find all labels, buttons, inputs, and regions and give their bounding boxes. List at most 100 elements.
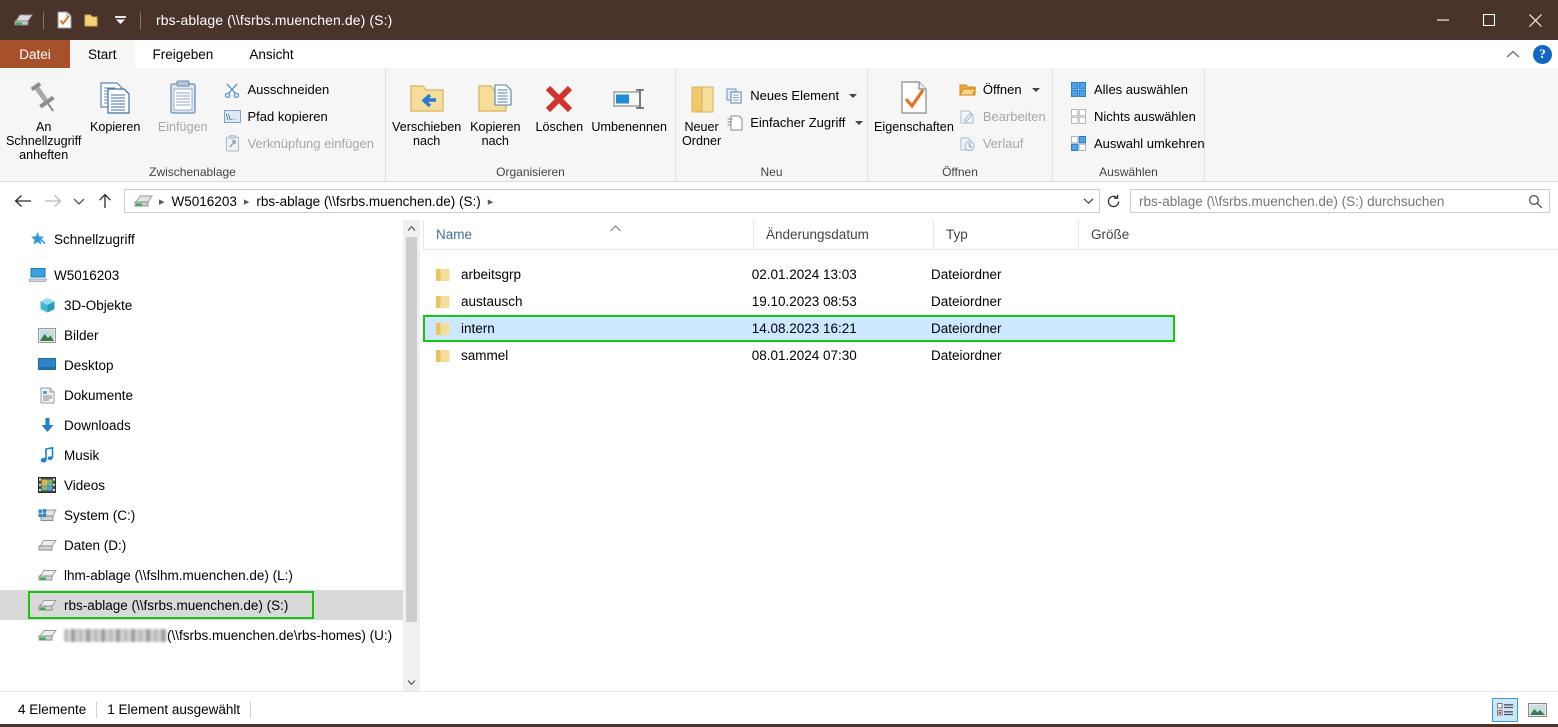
file-name-cell: sammel (423, 342, 752, 369)
sidebar-item-rbs-ablage[interactable]: rbs-ablage (\\fsrbs.muenchen.de) (S:) (0, 590, 420, 620)
breadcrumb-separator[interactable]: ▸ (155, 195, 169, 208)
refresh-button[interactable] (1100, 189, 1126, 213)
file-name-cell: intern (423, 315, 752, 342)
sidebar-item-label: W5016203 (54, 267, 120, 283)
new-folder-button[interactable]: Neuer Ordner (682, 74, 721, 148)
sidebar-item-desktop[interactable]: Desktop (0, 350, 420, 380)
select-all-button[interactable]: Alles auswählen (1067, 76, 1210, 103)
move-to-button[interactable]: Verschieben nach (392, 74, 461, 148)
copy-to-button[interactable]: Kopieren nach (461, 74, 529, 148)
tab-ansicht[interactable]: Ansicht (231, 40, 311, 68)
column-header-type[interactable]: Typ (933, 219, 1078, 250)
column-header-name[interactable]: Name (423, 219, 753, 250)
invert-selection-icon (1069, 134, 1088, 153)
sidebar-item-musik[interactable]: Musik (0, 440, 420, 470)
sidebar-item-label: Downloads (64, 417, 131, 433)
new-item-button[interactable]: Neues Element (723, 82, 868, 109)
sidebar-item-schnellzugriff[interactable]: Schnellzugriff (0, 224, 420, 254)
table-row[interactable]: intern 14.08.2023 16:21 Dateiordner (423, 315, 1175, 342)
search-icon[interactable] (1521, 194, 1549, 209)
auswaehlen-commands: Alles auswählen Nichts auswählen Auswahl… (1067, 74, 1210, 157)
copy-to-icon (476, 76, 514, 116)
sidebar-item-downloads[interactable]: Downloads (0, 410, 420, 440)
edit-button[interactable]: Bearbeiten (956, 103, 1051, 130)
drive-icon[interactable] (10, 7, 36, 33)
paste-shortcut-button[interactable]: Verknüpfung einfügen (221, 130, 380, 157)
chevron-up-icon[interactable] (1503, 44, 1523, 64)
scroll-down-button[interactable] (403, 674, 420, 691)
breadcrumb-separator[interactable]: ▸ (240, 195, 254, 208)
breadcrumb-item-current[interactable]: rbs-ablage (\\fsrbs.muenchen.de) (S:) (253, 194, 483, 209)
recent-locations-button[interactable] (68, 186, 90, 216)
history-button[interactable]: Verlauf (956, 130, 1051, 157)
table-row[interactable]: austausch 19.10.2023 08:53 Dateiordner (423, 288, 1175, 315)
sidebar-item-bilder[interactable]: Bilder (0, 320, 420, 350)
table-row[interactable]: sammel 08.01.2024 07:30 Dateiordner (423, 342, 1175, 369)
file-rows: arbeitsgrp 02.01.2024 13:03 Dateiordner (423, 250, 1558, 691)
clipboard-small-commands: Ausschneiden \\.. Pfad kopieren Verknüpf… (221, 74, 380, 157)
details-view-button[interactable] (1492, 698, 1518, 722)
breadcrumb-item-computer[interactable]: W5016203 (169, 194, 240, 209)
address-dropdown-icon[interactable] (1077, 190, 1099, 212)
breadcrumb-separator[interactable]: ▸ (484, 195, 498, 208)
chevron-down-icon[interactable] (1031, 87, 1040, 92)
copy-path-button[interactable]: \\.. Pfad kopieren (221, 103, 380, 130)
sidebar-item-label: Desktop (64, 357, 114, 373)
tab-start[interactable]: Start (70, 40, 135, 68)
tab-datei[interactable]: Datei (0, 40, 70, 68)
properties-icon[interactable] (51, 7, 77, 33)
tab-freigeben[interactable]: Freigeben (135, 40, 232, 68)
sidebar-item-system-c[interactable]: System (C:) (0, 500, 420, 530)
easy-access-button[interactable]: Einfacher Zugriff (723, 109, 868, 136)
file-modified-cell: 08.01.2024 07:30 (751, 348, 857, 363)
search-input[interactable]: rbs-ablage (\\fsrbs.muenchen.de) (S:) du… (1139, 194, 1521, 209)
forward-button[interactable] (38, 186, 68, 216)
status-separator (250, 701, 252, 718)
sidebar-item-computer[interactable]: W5016203 (0, 260, 420, 290)
large-icons-view-button[interactable] (1524, 698, 1550, 722)
rename-button[interactable]: Umbenennen (589, 74, 669, 134)
sidebar-item-label: (\\fsrbs.muenchen.de\rbs-homes) (U:) (167, 627, 393, 643)
chevron-down-icon[interactable] (849, 93, 858, 98)
scroll-up-button[interactable] (403, 220, 420, 237)
properties-button[interactable]: Eigenschaften (874, 74, 954, 134)
navigation-scrollbar[interactable] (403, 220, 420, 691)
ribbon-group-label-zwischenablage: Zwischenablage (149, 165, 236, 179)
breadcrumb-drive-icon[interactable] (131, 193, 155, 209)
open-button[interactable]: Öffnen (956, 76, 1051, 103)
help-icon[interactable]: ? (1533, 44, 1552, 64)
file-size-cell (1075, 288, 1175, 315)
pin-to-quick-access-button[interactable]: An Schnellzugriff anheften (6, 74, 81, 162)
oeffnen-small-commands: Öffnen Bearbeiten Verlauf (956, 74, 1051, 157)
delete-button[interactable]: Löschen (529, 74, 589, 134)
sidebar-item-daten-d[interactable]: Daten (D:) (0, 530, 420, 560)
sidebar-item-3d-objekte[interactable]: 3D-Objekte (0, 290, 420, 320)
sidebar-item-label: Videos (64, 477, 106, 493)
sidebar-item-dokumente[interactable]: Dokumente (0, 380, 420, 410)
maximize-button[interactable] (1466, 0, 1512, 40)
search-box[interactable]: rbs-ablage (\\fsrbs.muenchen.de) (S:) du… (1130, 189, 1550, 213)
new-folder-icon[interactable] (79, 7, 105, 33)
address-bar[interactable]: ▸ W5016203 ▸ rbs-ablage (\\fsrbs.muenche… (124, 189, 1100, 213)
select-none-button[interactable]: Nichts auswählen (1067, 103, 1210, 130)
minimize-button[interactable] (1420, 0, 1466, 40)
cut-button[interactable]: Ausschneiden (221, 76, 380, 103)
history-label: Verlauf (982, 136, 1024, 151)
back-button[interactable] (8, 186, 38, 216)
folder-icon (435, 268, 451, 282)
up-button[interactable] (90, 186, 120, 216)
customize-qat-icon[interactable] (107, 7, 133, 33)
sidebar-item-videos[interactable]: Videos (0, 470, 420, 500)
sidebar-item-home-drive[interactable]: (\\fsrbs.muenchen.de\rbs-homes) (U:) (0, 620, 420, 650)
sidebar-item-lhm-ablage[interactable]: lhm-ablage (\\fslhm.muenchen.de) (L:) (0, 560, 420, 590)
windows-drive-icon (36, 505, 58, 525)
column-header-size[interactable]: Größe (1078, 219, 1178, 250)
invert-selection-button[interactable]: Auswahl umkehren (1067, 130, 1210, 157)
scrollbar-thumb[interactable] (406, 237, 417, 622)
chevron-down-icon[interactable] (855, 120, 864, 125)
paste-button[interactable]: Einfügen (149, 74, 217, 134)
copy-button[interactable]: Kopieren (81, 74, 149, 134)
table-row[interactable]: arbeitsgrp 02.01.2024 13:03 Dateiordner (423, 261, 1175, 288)
close-button[interactable] (1512, 0, 1558, 40)
column-header-modified[interactable]: Änderungsdatum (753, 219, 933, 250)
